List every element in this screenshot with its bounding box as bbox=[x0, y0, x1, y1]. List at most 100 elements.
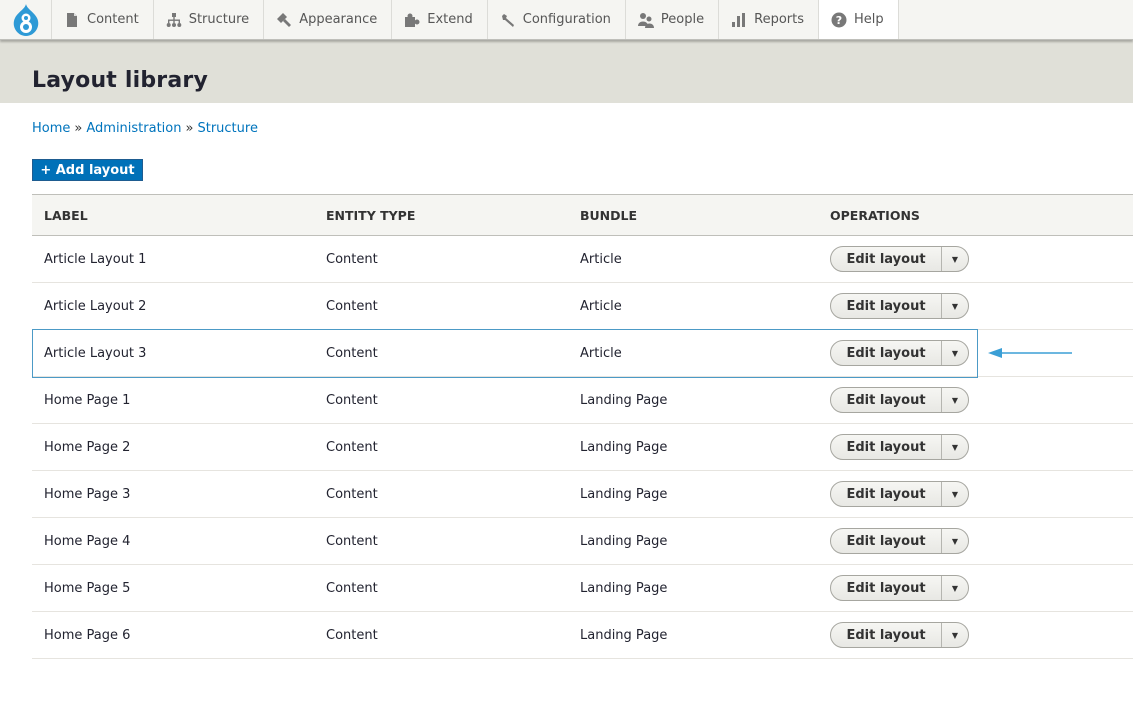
column-header-operations: OPERATIONS bbox=[830, 207, 920, 223]
operations-dropbutton: Edit layout ▼ bbox=[830, 387, 969, 413]
edit-layout-button[interactable]: Edit layout bbox=[831, 388, 942, 412]
table-body: Article Layout 1 Content Article Edit la… bbox=[32, 236, 1133, 659]
cell-entity-type: Content bbox=[326, 580, 378, 596]
cell-bundle: Article bbox=[580, 298, 622, 314]
edit-layout-button[interactable]: Edit layout bbox=[831, 341, 942, 365]
caret-down-icon: ▼ bbox=[951, 348, 959, 358]
cell-label: Article Layout 2 bbox=[44, 298, 147, 314]
cell-operations: Edit layout ▼ bbox=[830, 481, 1133, 507]
edit-layout-button[interactable]: Edit layout bbox=[831, 529, 942, 553]
operations-dropbutton: Edit layout ▼ bbox=[830, 293, 969, 319]
toolbar-item-content[interactable]: Content bbox=[52, 0, 154, 39]
operations-dropbutton: Edit layout ▼ bbox=[830, 622, 969, 648]
cell-label: Home Page 2 bbox=[44, 439, 131, 455]
puzzle-icon bbox=[405, 13, 420, 27]
toolbar-item-label: Extend bbox=[427, 12, 473, 27]
cell-operations: Edit layout ▼ bbox=[830, 293, 1133, 319]
caret-down-icon: ▼ bbox=[951, 489, 959, 499]
edit-layout-button[interactable]: Edit layout bbox=[831, 294, 942, 318]
admin-toolbar: Content Structure Appearance Extend Conf… bbox=[0, 0, 1133, 40]
operations-dropbutton: Edit layout ▼ bbox=[830, 434, 969, 460]
cell-label: Home Page 1 bbox=[44, 392, 131, 408]
edit-layout-button[interactable]: Edit layout bbox=[831, 623, 942, 647]
table-row: Article Layout 3 Content Article Edit la… bbox=[32, 329, 1133, 378]
cell-label: Home Page 5 bbox=[44, 580, 131, 596]
toolbar-item-label: Appearance bbox=[299, 12, 378, 27]
cell-entity-type: Content bbox=[326, 533, 378, 549]
toolbar-item-structure[interactable]: Structure bbox=[154, 0, 265, 39]
cell-bundle: Article bbox=[580, 345, 622, 361]
column-header-entity-type[interactable]: ENTITY TYPE bbox=[326, 208, 580, 223]
operations-toggle-button[interactable]: ▼ bbox=[942, 529, 968, 553]
operations-toggle-button[interactable]: ▼ bbox=[942, 341, 968, 365]
caret-down-icon: ▼ bbox=[951, 301, 959, 311]
toolbar-item-label: Reports bbox=[754, 12, 804, 27]
column-header-label[interactable]: LABEL bbox=[32, 208, 326, 223]
edit-layout-button[interactable]: Edit layout bbox=[831, 482, 942, 506]
annotation-arrow-icon bbox=[988, 348, 1072, 358]
breadcrumb-home[interactable]: Home bbox=[32, 121, 70, 136]
edit-layout-button[interactable]: Edit layout bbox=[831, 576, 942, 600]
sitemap-icon bbox=[166, 12, 182, 27]
cell-entity-type: Content bbox=[326, 627, 378, 643]
layout-table: LABEL ENTITY TYPE BUNDLE OPERATIONS Arti… bbox=[32, 194, 1133, 659]
svg-text:?: ? bbox=[836, 14, 842, 27]
edit-layout-button[interactable]: Edit layout bbox=[831, 247, 942, 271]
help-icon: ? bbox=[831, 12, 847, 27]
operations-dropbutton: Edit layout ▼ bbox=[830, 481, 969, 507]
toolbar-item-extend[interactable]: Extend bbox=[392, 0, 488, 39]
toolbar-item-configuration[interactable]: Configuration bbox=[488, 0, 626, 39]
table-row: Home Page 3 Content Landing Page Edit la… bbox=[32, 471, 1133, 518]
add-layout-button[interactable]: + Add layout bbox=[32, 159, 143, 181]
breadcrumb-structure[interactable]: Structure bbox=[197, 121, 257, 136]
operations-dropbutton: Edit layout ▼ bbox=[830, 340, 969, 366]
cell-bundle: Landing Page bbox=[580, 439, 668, 455]
toolbar-item-label: Help bbox=[854, 12, 884, 27]
cell-label: Home Page 4 bbox=[44, 533, 131, 549]
operations-toggle-button[interactable]: ▼ bbox=[942, 388, 968, 412]
operations-toggle-button[interactable]: ▼ bbox=[942, 482, 968, 506]
operations-toggle-button[interactable]: ▼ bbox=[942, 294, 968, 318]
cell-bundle: Article bbox=[580, 251, 622, 267]
table-header: LABEL ENTITY TYPE BUNDLE OPERATIONS bbox=[32, 194, 1133, 236]
breadcrumb: Home» Administration» Structure bbox=[32, 121, 258, 136]
drupal-logo-link[interactable] bbox=[0, 0, 52, 39]
page-header: Layout library bbox=[0, 40, 1133, 103]
toolbar-item-reports[interactable]: Reports bbox=[719, 0, 819, 39]
table-row: Home Page 2 Content Landing Page Edit la… bbox=[32, 424, 1133, 471]
cell-label: Article Layout 1 bbox=[44, 251, 147, 267]
cell-entity-type: Content bbox=[326, 251, 378, 267]
cell-operations: Edit layout ▼ bbox=[830, 528, 1133, 554]
toolbar-item-help[interactable]: ? Help bbox=[819, 0, 899, 39]
edit-layout-button[interactable]: Edit layout bbox=[831, 435, 942, 459]
operations-toggle-button[interactable]: ▼ bbox=[942, 435, 968, 459]
operations-toggle-button[interactable]: ▼ bbox=[942, 247, 968, 271]
page-title: Layout library bbox=[32, 68, 208, 93]
cell-entity-type: Content bbox=[326, 392, 378, 408]
operations-toggle-button[interactable]: ▼ bbox=[942, 623, 968, 647]
toolbar-item-appearance[interactable]: Appearance bbox=[264, 0, 393, 39]
breadcrumb-separator: » bbox=[74, 121, 83, 136]
toolbar-item-label: Content bbox=[87, 12, 139, 27]
file-icon bbox=[67, 12, 77, 27]
paintbrush-icon bbox=[277, 12, 292, 27]
bar-chart-icon bbox=[732, 12, 746, 27]
caret-down-icon: ▼ bbox=[951, 536, 959, 546]
cell-operations: Edit layout ▼ bbox=[830, 622, 1133, 648]
cell-entity-type: Content bbox=[326, 298, 378, 314]
drupal-logo-icon bbox=[13, 3, 38, 36]
toolbar-item-label: People bbox=[660, 12, 705, 27]
cell-label: Home Page 6 bbox=[44, 627, 131, 643]
breadcrumb-administration[interactable]: Administration bbox=[86, 121, 181, 136]
cell-bundle: Landing Page bbox=[580, 392, 668, 408]
cell-operations: Edit layout ▼ bbox=[830, 387, 1133, 413]
table-row: Article Layout 2 Content Article Edit la… bbox=[32, 283, 1133, 330]
toolbar-item-people[interactable]: People bbox=[626, 0, 720, 39]
cell-entity-type: Content bbox=[326, 439, 378, 455]
operations-dropbutton: Edit layout ▼ bbox=[830, 575, 969, 601]
table-row: Article Layout 1 Content Article Edit la… bbox=[32, 236, 1133, 283]
table-row: Home Page 5 Content Landing Page Edit la… bbox=[32, 565, 1133, 612]
column-header-bundle[interactable]: BUNDLE bbox=[580, 208, 830, 223]
operations-toggle-button[interactable]: ▼ bbox=[942, 576, 968, 600]
cell-label: Article Layout 3 bbox=[44, 345, 147, 361]
